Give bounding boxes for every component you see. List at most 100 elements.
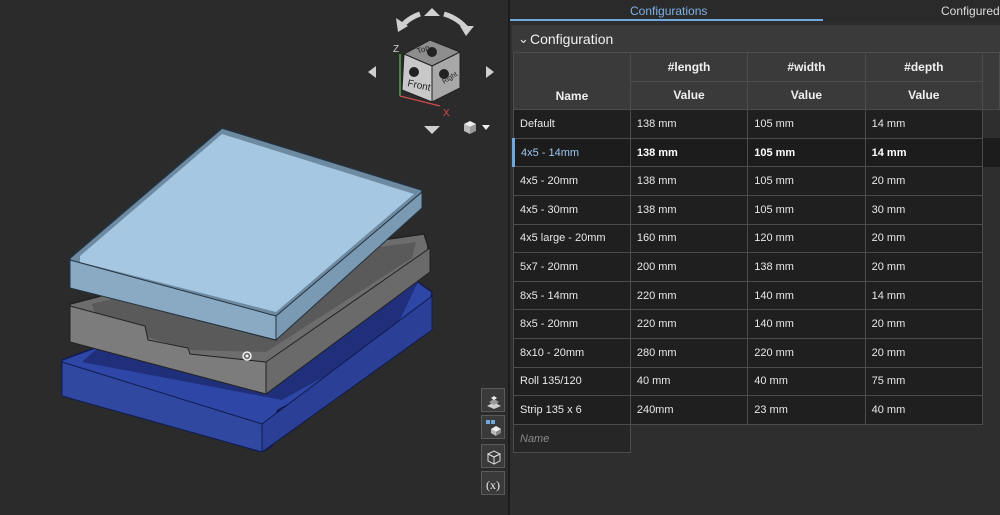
- config-name-cell[interactable]: 4x5 - 30mm: [513, 194, 631, 225]
- svg-text:(x): (x): [486, 478, 500, 492]
- new-config-row[interactable]: Name: [513, 423, 1000, 454]
- arrow-right-icon[interactable]: [486, 66, 494, 78]
- chevron-down-icon: [482, 125, 490, 130]
- table-row[interactable]: 8x5 - 20mm 220 mm 140 mm 20 mm: [513, 309, 1000, 339]
- width-cell[interactable]: 105 mm: [747, 109, 866, 139]
- value-header: Value: [629, 80, 749, 111]
- panel-tabs: Configurations Configured p: [510, 0, 1000, 22]
- model-view: Top Front Right Z X: [61, 8, 494, 453]
- configuration-panel: Configurations Configured p ⌄ Configurat…: [510, 0, 1000, 515]
- table-row[interactable]: 4x5 - 14mm 138 mm 105 mm 14 mm: [512, 137, 1000, 168]
- width-cell[interactable]: 138 mm: [747, 252, 866, 282]
- view-cube[interactable]: Top Front Right Z X: [368, 8, 494, 134]
- length-cell[interactable]: 138 mm: [629, 194, 749, 225]
- config-name-cell[interactable]: 4x5 - 20mm: [513, 166, 631, 196]
- row-filler: [982, 281, 1000, 310]
- table-row[interactable]: 4x5 - 20mm 138 mm 105 mm 20 mm: [513, 166, 1000, 196]
- axis-z-label: Z: [393, 44, 399, 55]
- length-cell[interactable]: 160 mm: [629, 223, 749, 254]
- config-name-cell[interactable]: 8x10 - 20mm: [513, 337, 631, 368]
- row-filler: [982, 138, 1000, 167]
- width-cell[interactable]: 105 mm: [747, 166, 866, 196]
- length-cell[interactable]: 200 mm: [629, 252, 749, 282]
- row-filler: [982, 395, 1000, 425]
- length-cell[interactable]: 138 mm: [629, 109, 749, 139]
- depth-cell[interactable]: 14 mm: [864, 280, 984, 311]
- param-header-depth[interactable]: #depth: [864, 52, 984, 82]
- row-filler: [747, 424, 866, 453]
- param-header-length[interactable]: #length: [629, 52, 749, 82]
- length-cell[interactable]: 280 mm: [629, 337, 749, 368]
- render-mode-icon[interactable]: [481, 388, 505, 412]
- table-row[interactable]: Roll 135/120 40 mm 40 mm 75 mm: [513, 366, 1000, 397]
- config-name-cell[interactable]: 4x5 - 14mm: [512, 137, 631, 168]
- width-cell[interactable]: 105 mm: [747, 137, 866, 168]
- table-row[interactable]: 8x5 - 14mm 220 mm 140 mm 14 mm: [513, 280, 1000, 311]
- new-config-name-input[interactable]: Name: [513, 423, 631, 454]
- row-filler: [982, 424, 1000, 453]
- configuration-section-header[interactable]: ⌄ Configuration: [512, 25, 1000, 52]
- chevron-down-icon[interactable]: ⌄: [518, 31, 529, 47]
- tab-configured-parts[interactable]: Configured p: [941, 4, 1000, 18]
- table-row[interactable]: 4x5 - 30mm 138 mm 105 mm 30 mm: [513, 194, 1000, 225]
- arrow-down-icon[interactable]: [424, 126, 440, 134]
- config-name-cell[interactable]: 5x7 - 20mm: [513, 252, 631, 282]
- view-options-button[interactable]: [464, 121, 490, 134]
- width-cell[interactable]: 23 mm: [747, 395, 866, 425]
- width-cell[interactable]: 120 mm: [747, 223, 866, 254]
- column-header-name[interactable]: Name: [513, 51, 631, 111]
- depth-cell[interactable]: 14 mm: [864, 137, 984, 168]
- width-cell[interactable]: 220 mm: [747, 337, 866, 368]
- length-cell[interactable]: 138 mm: [629, 166, 749, 196]
- length-cell[interactable]: 240mm: [629, 395, 749, 425]
- depth-cell[interactable]: 30 mm: [864, 194, 984, 225]
- width-cell[interactable]: 40 mm: [747, 366, 866, 397]
- length-cell[interactable]: 138 mm: [629, 137, 749, 168]
- row-filler: [982, 109, 1000, 139]
- config-name-cell[interactable]: Strip 135 x 6: [513, 395, 631, 425]
- depth-cell[interactable]: 75 mm: [864, 366, 984, 397]
- arrow-left-icon[interactable]: [368, 66, 376, 78]
- config-name-cell[interactable]: 8x5 - 14mm: [513, 280, 631, 311]
- arrow-up-icon[interactable]: [424, 8, 440, 16]
- depth-cell[interactable]: 20 mm: [864, 252, 984, 282]
- table-row[interactable]: Strip 135 x 6 240mm 23 mm 40 mm: [513, 395, 1000, 425]
- config-name-cell[interactable]: Roll 135/120: [513, 366, 631, 397]
- length-cell[interactable]: 220 mm: [629, 280, 749, 311]
- width-cell[interactable]: 140 mm: [747, 280, 866, 311]
- param-header-width[interactable]: #width: [747, 52, 866, 82]
- width-cell[interactable]: 105 mm: [747, 194, 866, 225]
- value-header: Value: [747, 80, 866, 111]
- row-filler: [865, 424, 983, 453]
- width-cell[interactable]: 140 mm: [747, 309, 866, 339]
- 3d-viewport[interactable]: Top Front Right Z X: [0, 0, 508, 515]
- row-filler: [982, 224, 1000, 253]
- header-filler: [982, 51, 1000, 111]
- config-name-cell[interactable]: 4x5 large - 20mm: [513, 223, 631, 254]
- tab-configurations[interactable]: Configurations: [630, 4, 707, 18]
- value-header: Value: [864, 80, 984, 111]
- variables-icon[interactable]: (x): [481, 471, 505, 495]
- table-row[interactable]: 4x5 large - 20mm 160 mm 120 mm 20 mm: [513, 223, 1000, 254]
- depth-cell[interactable]: 14 mm: [864, 109, 984, 139]
- active-tab-indicator: [510, 19, 823, 21]
- table-row[interactable]: Default 138 mm 105 mm 14 mm: [513, 109, 1000, 139]
- config-name-cell[interactable]: Default: [513, 109, 631, 139]
- table-row[interactable]: 8x10 - 20mm 280 mm 220 mm 20 mm: [513, 337, 1000, 368]
- config-name-cell[interactable]: 8x5 - 20mm: [513, 309, 631, 339]
- depth-cell[interactable]: 20 mm: [864, 223, 984, 254]
- depth-cell[interactable]: 20 mm: [864, 166, 984, 196]
- length-cell[interactable]: 40 mm: [629, 366, 749, 397]
- table-row[interactable]: 5x7 - 20mm 200 mm 138 mm 20 mm: [513, 252, 1000, 282]
- row-filler: [982, 367, 1000, 396]
- section-title: Configuration: [530, 31, 614, 47]
- row-filler: [982, 252, 1000, 282]
- depth-cell[interactable]: 20 mm: [864, 337, 984, 368]
- view-cube-icon[interactable]: [481, 415, 505, 439]
- depth-cell[interactable]: 40 mm: [864, 395, 984, 425]
- row-filler: [982, 309, 1000, 339]
- row-filler: [982, 338, 1000, 368]
- depth-cell[interactable]: 20 mm: [864, 309, 984, 339]
- explode-icon[interactable]: [481, 444, 505, 468]
- length-cell[interactable]: 220 mm: [629, 309, 749, 339]
